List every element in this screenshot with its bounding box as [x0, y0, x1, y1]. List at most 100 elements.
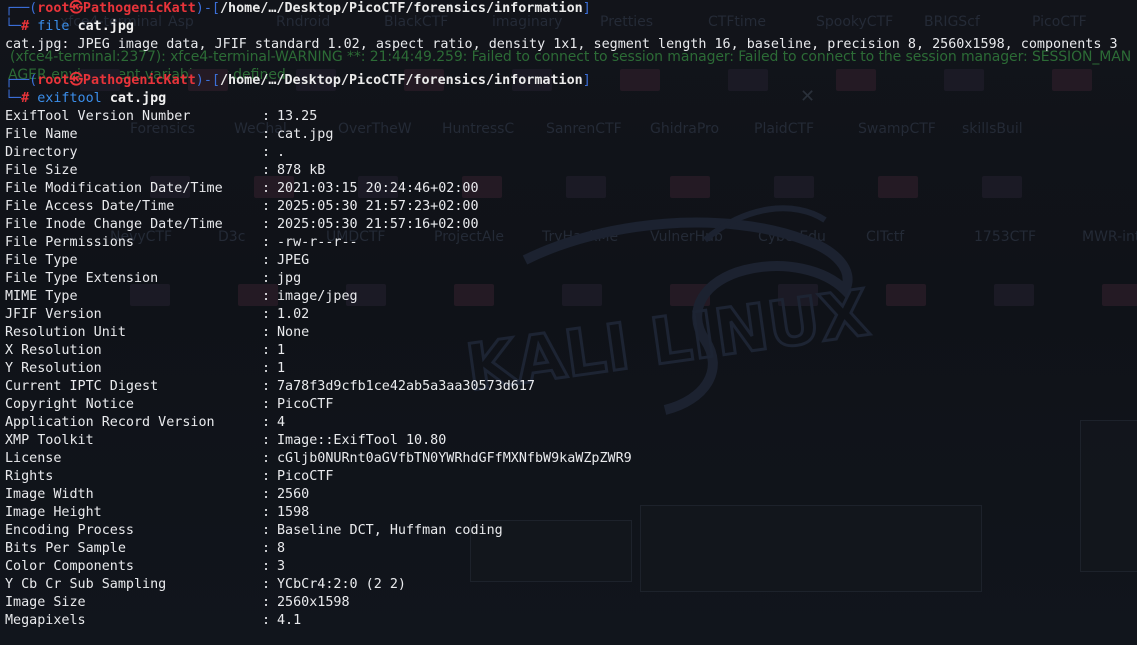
prompt-path: /home/…/Desktop/PicoCTF/forensics/inform…: [219, 1, 583, 16]
exif-value: Image::ExifTool 10.80: [277, 433, 447, 448]
exif-value: 878 kB: [277, 163, 326, 178]
exif-separator: :: [262, 325, 271, 340]
prompt-path: /home/…/Desktop/PicoCTF/forensics/inform…: [219, 73, 583, 88]
exif-key: Encoding Process: [5, 523, 134, 538]
exif-key: File Type Extension: [5, 271, 159, 286]
exif-value: 2560x1598: [277, 595, 350, 610]
exif-separator: :: [262, 415, 271, 430]
exif-value: cGljb0NURnt0aGVfbTN0YWRhdGFfMXNfbW9kaWZp…: [277, 451, 632, 466]
exif-row: ExifTool Version Number:13.25: [5, 108, 317, 126]
exif-row: Image Width:2560: [5, 486, 309, 504]
exif-key: Rights: [5, 469, 54, 484]
exif-key: File Modification Date/Time: [5, 181, 223, 196]
exif-value: YCbCr4:2:0 (2 2): [277, 577, 406, 592]
exif-key: Image Height: [5, 505, 102, 520]
exif-value: image/jpeg: [277, 289, 358, 304]
exif-value: 7a78f3d9cfb1ce42ab5a3aa30573d617: [277, 379, 535, 394]
exif-value: 1: [277, 361, 286, 376]
exif-row: File Size:878 kB: [5, 162, 325, 180]
exif-value: jpg: [277, 271, 302, 286]
exif-key: Image Width: [5, 487, 94, 502]
exif-row: Image Size:2560x1598: [5, 594, 350, 612]
prompt-command-1: └─# file cat.jpg: [5, 19, 134, 34]
exif-separator: :: [262, 433, 271, 448]
exif-row: Rights: PicoCTF: [5, 468, 333, 486]
exif-value: 2021:03:15 20:24:46+02:00: [277, 181, 479, 196]
exif-value: PicoCTF: [277, 397, 334, 412]
exif-value: 2560: [277, 487, 310, 502]
exif-row: MIME Type: image/jpeg: [5, 288, 358, 306]
exif-row: Directory:.: [5, 144, 285, 162]
exif-key: Bits Per Sample: [5, 541, 126, 556]
exif-value: .: [277, 145, 286, 160]
exif-row: Application Record Version:4: [5, 414, 285, 432]
exif-separator: :: [262, 181, 271, 196]
exif-row: Color Components:3: [5, 558, 285, 576]
exif-value: cat.jpg: [277, 127, 334, 142]
exif-separator: :: [262, 289, 271, 304]
exif-key: ExifTool Version Number: [5, 109, 191, 124]
command-argument: cat.jpg: [77, 19, 134, 34]
file-command-output: cat.jpg: JPEG image data, JFIF standard …: [5, 37, 1118, 52]
exif-row: Y Resolution:1: [5, 360, 285, 378]
exif-key: MIME Type: [5, 289, 78, 304]
terminal-window[interactable]: ┌──(root㉿PathogenicKatt)-[/home/…/Deskto…: [0, 0, 1137, 645]
exif-separator: :: [262, 271, 271, 286]
exif-separator: :: [262, 451, 271, 466]
exif-row: Current IPTC Digest:7a78f3d9cfb1ce42ab5a…: [5, 378, 535, 396]
exif-key: Color Components: [5, 559, 134, 574]
exif-row: Bits Per Sample:8: [5, 540, 285, 558]
exif-separator: :: [262, 235, 271, 250]
exif-key: File Type: [5, 253, 78, 268]
exif-separator: :: [262, 487, 271, 502]
prompt-header-2: ┌──(root㉿PathogenicKatt)-[/home/…/Deskto…: [5, 73, 591, 88]
exif-separator: :: [262, 199, 271, 214]
exif-row: File Permissions: -rw-r--r--: [5, 234, 358, 252]
exif-separator: :: [262, 559, 271, 574]
exif-separator: :: [262, 361, 271, 376]
exif-separator: :: [262, 253, 271, 268]
exif-value: 2025:05:30 21:57:23+02:00: [277, 199, 479, 214]
exif-row: File Type Extension: jpg: [5, 270, 301, 288]
exif-value: PicoCTF: [277, 469, 334, 484]
exif-value: 3: [277, 559, 286, 574]
exif-row: Y Cb Cr Sub Sampling: YCbCr4:2:0 (2 2): [5, 576, 406, 594]
exif-row: X Resolution:1: [5, 342, 285, 360]
exif-separator: :: [262, 505, 271, 520]
exif-separator: :: [262, 163, 271, 178]
exif-key: Directory: [5, 145, 78, 160]
exif-key: File Access Date/Time: [5, 199, 175, 214]
exif-key: Resolution Unit: [5, 325, 126, 340]
exif-key: Image Size: [5, 595, 86, 610]
exif-row: Encoding Process: Baseline DCT, Huffman c…: [5, 522, 503, 540]
exif-value: 4.1: [277, 613, 302, 628]
exif-separator: :: [262, 397, 271, 412]
exif-value: 8: [277, 541, 286, 556]
exif-separator: :: [262, 109, 271, 124]
exif-separator: :: [262, 523, 271, 538]
exif-separator: :: [262, 343, 271, 358]
exif-key: File Name: [5, 127, 78, 142]
exif-value: None: [277, 325, 310, 340]
exif-row: XMP Toolkit: Image::ExifTool 10.80: [5, 432, 446, 450]
exif-row: Copyright Notice: PicoCTF: [5, 396, 333, 414]
exif-row: File Inode Change Date/Time:2025:05:30 2…: [5, 216, 479, 234]
exif-key: Y Cb Cr Sub Sampling: [5, 577, 167, 592]
exif-key: File Inode Change Date/Time: [5, 217, 223, 232]
exif-key: JFIF Version: [5, 307, 102, 322]
exif-row: File Type: JPEG: [5, 252, 309, 270]
exif-separator: :: [262, 595, 271, 610]
exif-separator: :: [262, 127, 271, 142]
exif-key: X Resolution: [5, 343, 102, 358]
exif-value: 4: [277, 415, 286, 430]
exif-value: 13.25: [277, 109, 318, 124]
exif-key: Current IPTC Digest: [5, 379, 159, 394]
exif-key: Application Record Version: [5, 415, 215, 430]
exif-key: Megapixels: [5, 613, 86, 628]
exif-separator: :: [262, 217, 271, 232]
exif-value: Baseline DCT, Huffman coding: [277, 523, 503, 538]
exif-separator: :: [262, 379, 271, 394]
exif-row: File Access Date/Time:2025:05:30 21:57:2…: [5, 198, 479, 216]
prompt-command-2: └─# exiftool cat.jpg: [5, 91, 167, 106]
exif-separator: :: [262, 613, 271, 628]
